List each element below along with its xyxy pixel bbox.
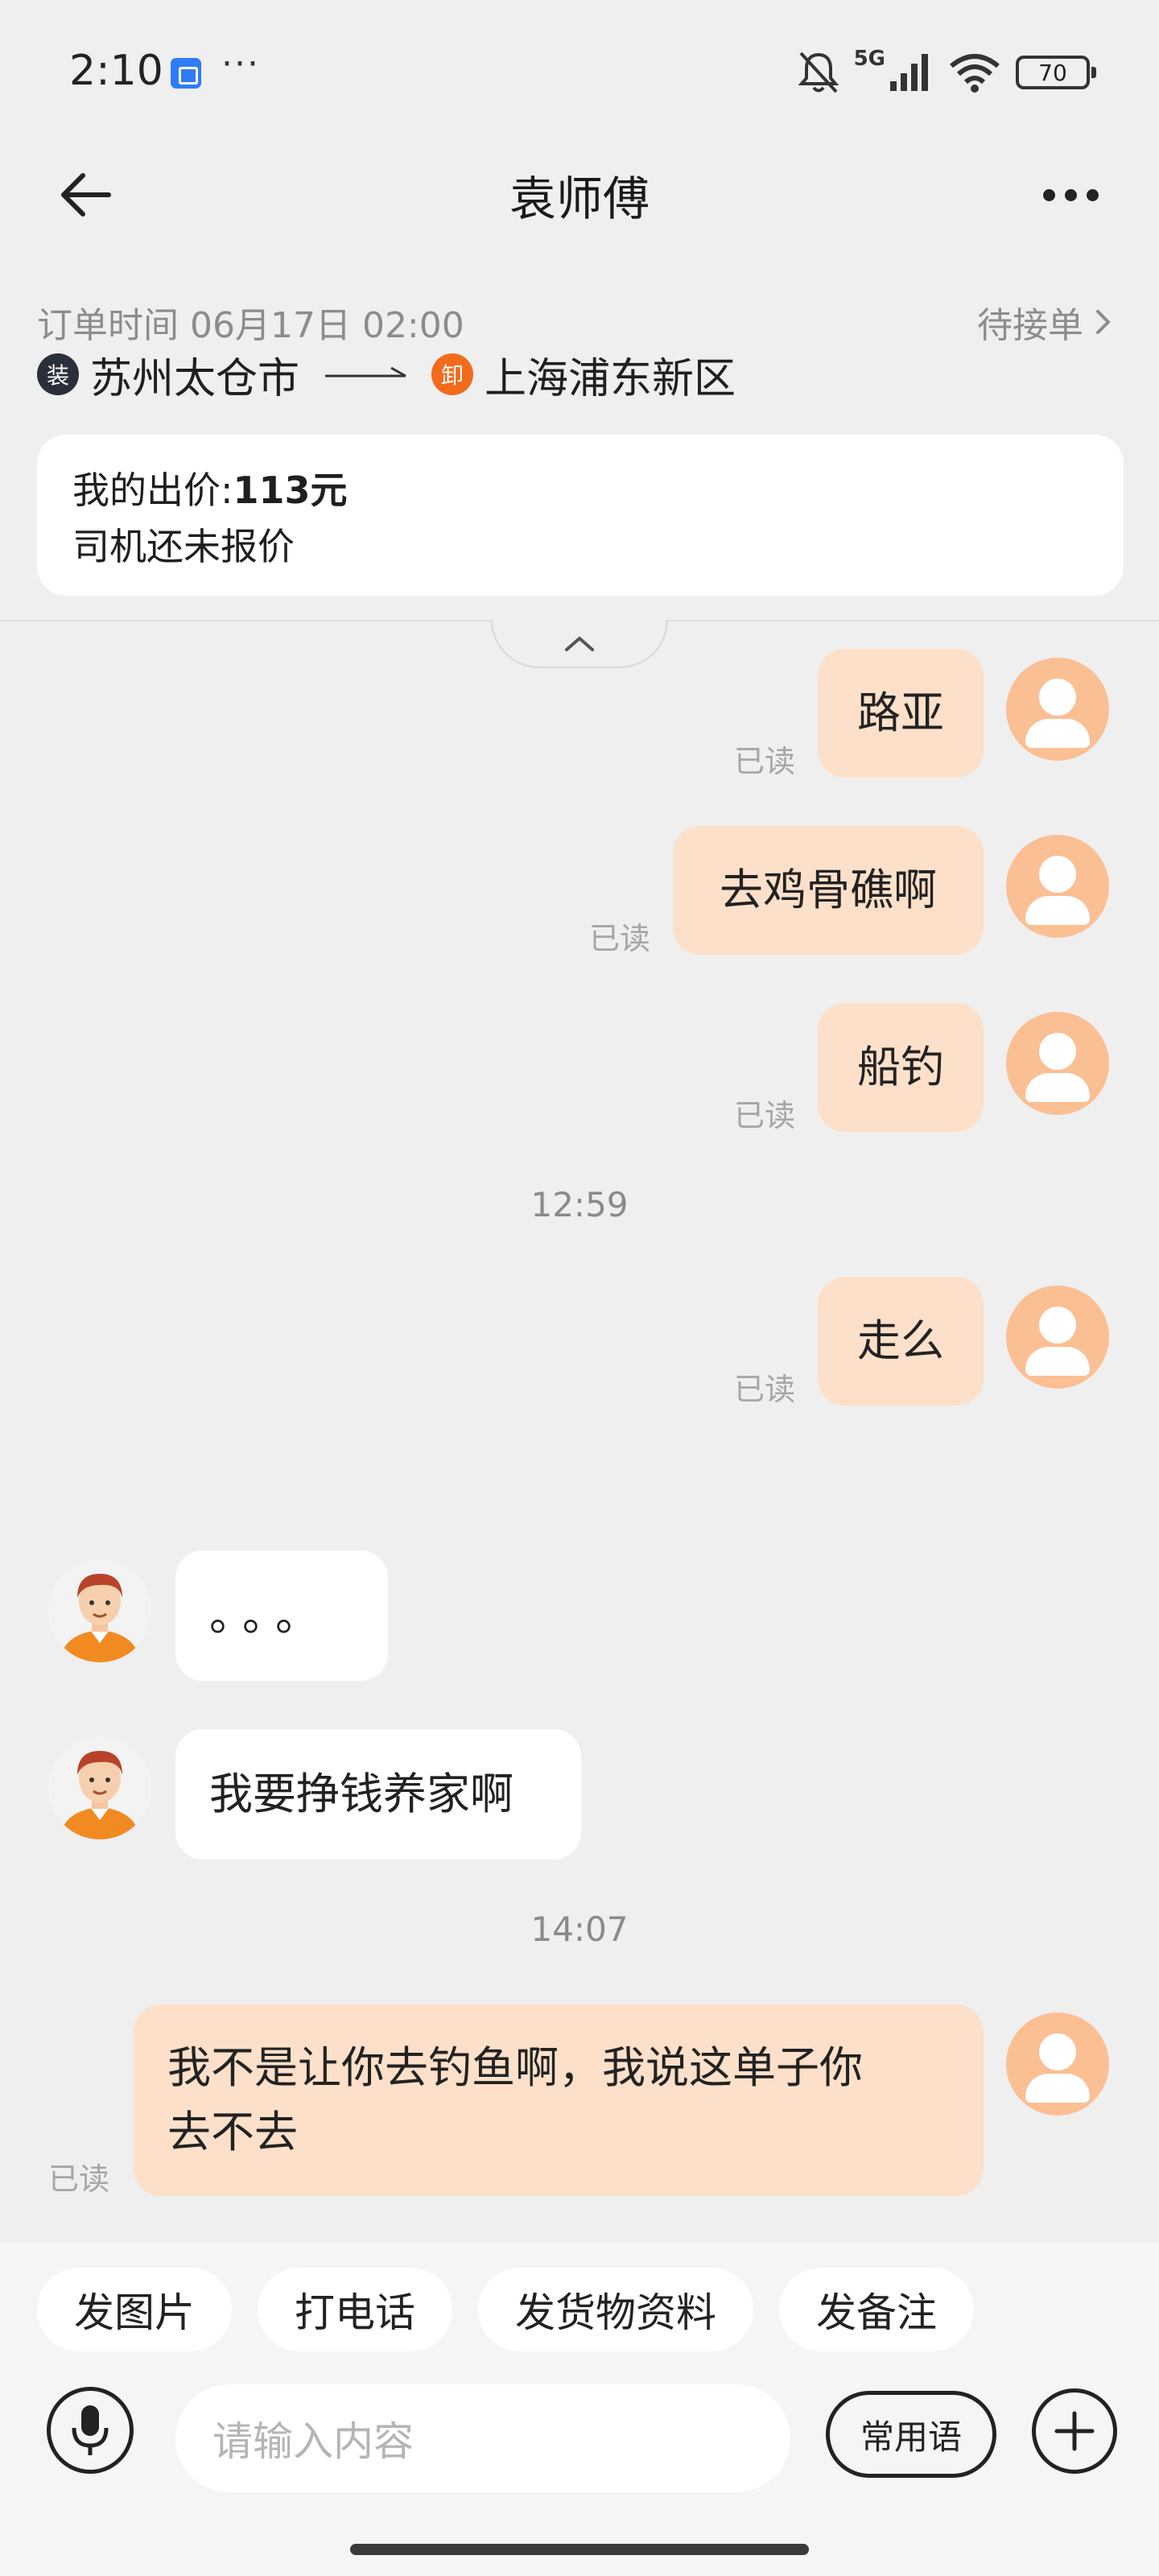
driver-avatar-icon [48,1736,151,1839]
read-receipt: 已读 [48,2161,110,2197]
price-card: 我的出价:113元 司机还未报价 [37,435,1124,596]
chevron-up-icon [565,636,594,651]
collapse-header-button[interactable] [491,620,668,668]
wifi-icon [950,54,1000,93]
my-offer-value: 113元 [233,469,348,512]
read-receipt: 已读 [734,744,796,779]
message-text-line: 去不去 [167,2107,298,2157]
send-image-button[interactable]: 发图片 [37,2268,232,2351]
home-app-icon [171,58,201,89]
battery-level: 70 [1038,59,1067,86]
plus-icon [1054,2411,1095,2451]
unload-badge: 卸 [431,353,474,395]
status-bar: 2:10 ··· 5G 70 [0,0,1159,145]
my-avatar[interactable] [1006,1012,1109,1115]
message-text: 船钓 [857,1042,944,1092]
order-status-label: 待接单 [977,305,1083,346]
driver-avatar-icon [48,1559,151,1662]
my-offer-label: 我的出价: [72,469,233,512]
driver-quote-status: 司机还未报价 [72,525,295,568]
nav-bar: 袁师傅 [0,145,1159,246]
read-receipt: 已读 [734,1372,796,1407]
my-offer: 我的出价:113元 [72,462,1088,518]
message-bubble[interactable]: 。。。 [175,1550,388,1681]
message-bubble[interactable]: 路亚 [818,649,984,778]
order-time: 订单时间 06月17日 02:00 [37,305,464,346]
more-dot-icon [1042,188,1055,201]
chevron-right-icon [1096,310,1111,334]
message-text: 去鸡骨礁啊 [720,865,937,915]
driver-avatar[interactable] [48,1559,151,1662]
route: 装 苏州太仓市 卸 上海浦东新区 [37,346,736,403]
send-note-button[interactable]: 发备注 [779,2268,974,2351]
read-receipt: 已读 [734,1098,796,1133]
send-cargo-info-button[interactable]: 发货物资料 [478,2268,753,2351]
message-input-placeholder: 请输入内容 [212,2418,414,2465]
destination-city: 上海浦东新区 [485,354,736,403]
home-indicator[interactable] [350,2544,809,2555]
message-text: 我要挣钱养家啊 [209,1769,514,1819]
network-type-label: 5G [853,47,885,71]
time-separator: 12:59 [530,1185,629,1224]
order-status-link[interactable]: 待接单 [977,296,1112,348]
route-arrow-icon [325,366,406,378]
quick-actions: 发图片 打电话 发货物资料 发备注 [37,2268,974,2351]
status-time: 2:10 [69,47,163,95]
message-text: 。。。 [209,1590,330,1641]
status-indicators: 5G 70 [798,47,1096,98]
message-text-line: 我不是让你去钓鱼啊，我说这单子你 [167,2042,863,2093]
more-dot-icon [1086,188,1099,201]
battery-icon: 70 [1016,56,1096,89]
voice-input-button[interactable] [47,2387,134,2474]
message-bubble[interactable]: 走么 [818,1277,984,1406]
more-button[interactable] [1030,163,1111,227]
microphone-icon [72,2405,109,2455]
my-avatar[interactable] [1006,2013,1109,2116]
my-avatar[interactable] [1006,1286,1109,1389]
call-button[interactable]: 打电话 [258,2268,452,2351]
message-bubble[interactable]: 船钓 [818,1003,984,1132]
page-title: 袁师傅 [509,171,650,226]
time-separator: 14:07 [530,1909,629,1949]
message-bubble[interactable]: 去鸡骨礁啊 [673,826,984,955]
driver-avatar[interactable] [48,1736,151,1839]
more-dot-icon [1064,188,1077,201]
message-input[interactable]: 请输入内容 [175,2384,790,2492]
read-receipt: 已读 [589,921,651,956]
more-notifications-icon: ··· [221,43,260,85]
message-text: 走么 [857,1315,944,1366]
more-options-button[interactable] [1032,2388,1117,2474]
mute-bell-icon [798,52,839,93]
message-bubble[interactable]: 我要挣钱养家啊 [175,1729,581,1860]
message-bubble[interactable]: 我不是让你去钓鱼啊，我说这单子你 去不去 [134,2004,984,2196]
my-avatar[interactable] [1006,658,1109,761]
signal-icon [890,54,928,91]
origin-city: 苏州太仓市 [90,354,300,403]
bottom-panel: 发图片 打电话 发货物资料 发备注 请输入内容 常用语 [0,2242,1159,2576]
my-avatar[interactable] [1006,835,1109,938]
message-text: 路亚 [857,687,944,738]
load-badge: 装 [37,353,79,395]
common-phrases-button[interactable]: 常用语 [826,2391,996,2478]
